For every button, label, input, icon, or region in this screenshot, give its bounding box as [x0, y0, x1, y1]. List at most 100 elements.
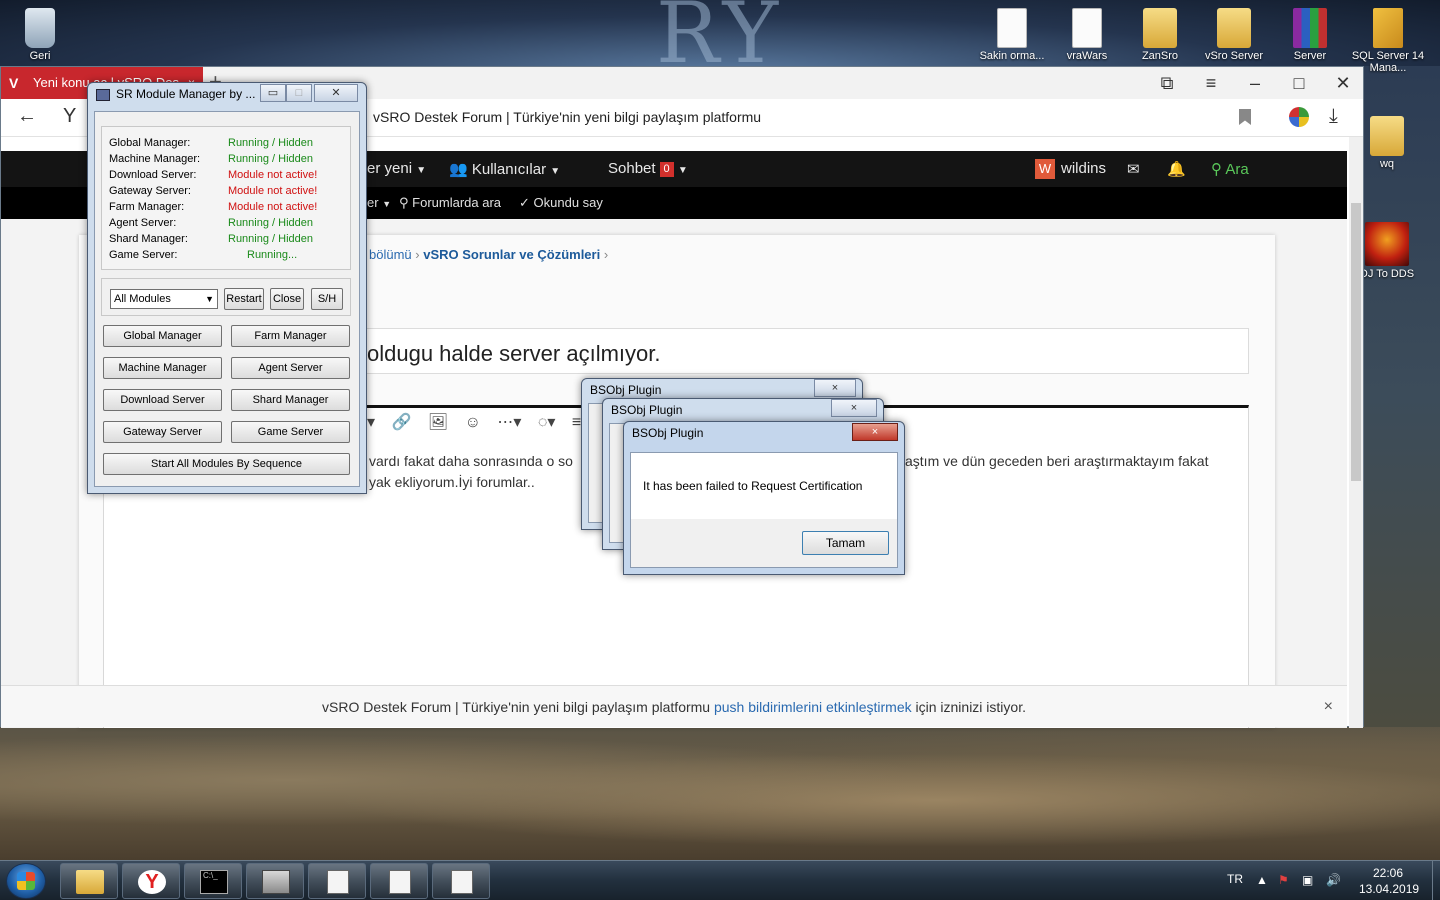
- more-icon[interactable]: ⋯▾: [497, 414, 521, 431]
- folder-icon: [1143, 8, 1177, 48]
- window-app-icon: [451, 870, 473, 894]
- download-arrow-icon[interactable]: ⤓: [1329, 105, 1338, 128]
- gateway-server-button[interactable]: Gateway Server: [103, 421, 222, 443]
- maximize-button[interactable]: □: [1287, 71, 1311, 95]
- farm-manager-button[interactable]: Farm Manager: [231, 325, 350, 347]
- push-notification-link[interactable]: push bildirimlerini etkinleştirmek: [714, 699, 912, 715]
- extension-icon[interactable]: [1289, 107, 1309, 127]
- taskbar-explorer[interactable]: [60, 863, 118, 899]
- status-label: Farm Manager:: [109, 201, 185, 213]
- module-select[interactable]: All Modules ▼: [110, 289, 218, 309]
- chevron-right-icon: ›: [603, 247, 609, 262]
- taskbar-command-prompt[interactable]: C:\_: [184, 863, 242, 899]
- desktop-icon-server-archive[interactable]: Server: [1270, 8, 1350, 62]
- envelope-icon[interactable]: ✉: [1127, 160, 1140, 178]
- minimize-button[interactable]: ▭: [260, 84, 286, 102]
- bookmark-icon[interactable]: [1239, 109, 1251, 125]
- subnav-mark-read[interactable]: ✓ Okundu say: [519, 195, 603, 211]
- dialog-message: It has been failed to Request Certificat…: [643, 479, 863, 493]
- image-icon[interactable]: 🖼: [428, 414, 448, 431]
- taskbar-app-2[interactable]: [370, 863, 428, 899]
- status-label: Agent Server:: [109, 217, 177, 229]
- minimize-button[interactable]: –: [1243, 71, 1267, 95]
- clock-date[interactable]: 13.04.2019: [1359, 882, 1419, 896]
- show-desktop-button[interactable]: [1432, 861, 1440, 900]
- subnav-partial[interactable]: er ▼: [367, 195, 391, 210]
- smiley-icon[interactable]: ☺: [465, 414, 481, 431]
- folder-icon: [76, 870, 104, 894]
- desktop-icon-recycle-bin[interactable]: Geri: [0, 8, 80, 62]
- editor-text-line-1: vardı fakat daha sonrasında o so: [369, 453, 573, 469]
- show-hide-button[interactable]: S/H: [311, 288, 343, 310]
- close-icon[interactable]: ×: [852, 423, 898, 441]
- notification-close-icon[interactable]: ×: [1324, 686, 1333, 728]
- close-button[interactable]: ✕: [314, 84, 358, 102]
- breadcrumb-forum[interactable]: vSRO Sorunlar ve Çözümleri: [423, 247, 600, 262]
- nav-chat[interactable]: Sohbet 0 ▼: [608, 160, 688, 177]
- tab-stack-icon[interactable]: ⧉: [1155, 71, 1179, 95]
- machine-manager-button[interactable]: Machine Manager: [103, 357, 222, 379]
- nav-whats-new[interactable]: er yeni ▼: [367, 160, 426, 177]
- editor-toolbar: ▾ 🔗 🖼 ☺ ⋯▾ ◌▾ ≡: [367, 412, 593, 432]
- nav-username[interactable]: wildins: [1061, 160, 1106, 177]
- language-indicator[interactable]: TR: [1227, 872, 1243, 886]
- desktop-icon-folder-vsro[interactable]: vSro Server: [1194, 8, 1274, 62]
- close-module-button[interactable]: Close: [270, 288, 304, 310]
- folder-icon: [1370, 116, 1404, 156]
- restart-button[interactable]: Restart: [224, 288, 264, 310]
- taskbar-app-3[interactable]: [432, 863, 490, 899]
- yandex-home-icon[interactable]: Y: [63, 105, 76, 128]
- menu-icon[interactable]: ≡: [1199, 71, 1223, 95]
- clock-time[interactable]: 22:06: [1373, 866, 1403, 880]
- recycle-bin-icon: [25, 8, 55, 48]
- taskbar-module-manager[interactable]: [246, 863, 304, 899]
- breadcrumb-section[interactable]: bölümü: [369, 247, 412, 262]
- status-label: Download Server:: [109, 169, 197, 181]
- taskbar: Y C:\_ TR ▲ ⚑ ▣ 🔊 22:06 13.04.2019: [0, 860, 1440, 900]
- align-icon[interactable]: ≡: [572, 414, 581, 431]
- status-label: Shard Manager:: [109, 233, 188, 245]
- page-scrollbar[interactable]: [1349, 137, 1363, 728]
- subnav-search-forums[interactable]: ⚲ Forumlarda ara: [399, 195, 501, 211]
- thread-title[interactable]: oldugu halde server açılmıyor.: [367, 341, 661, 367]
- avatar[interactable]: W: [1035, 159, 1055, 179]
- close-icon[interactable]: ×: [831, 399, 877, 417]
- taskbar-yandex-browser[interactable]: Y: [122, 863, 180, 899]
- desktop-icon-folder-zansro[interactable]: ZanSro: [1120, 8, 1200, 62]
- nav-members[interactable]: 👥 Kullanıcılar ▼: [449, 160, 560, 178]
- status-value: Module not active!: [228, 201, 318, 213]
- tray-expand-icon[interactable]: ▲: [1256, 873, 1268, 887]
- shard-manager-button[interactable]: Shard Manager: [231, 389, 350, 411]
- start-button[interactable]: [6, 863, 46, 899]
- link-icon[interactable]: 🔗: [391, 414, 411, 431]
- start-all-modules-button[interactable]: Start All Modules By Sequence: [103, 453, 350, 475]
- taskbar-app-1[interactable]: [308, 863, 366, 899]
- game-server-button[interactable]: Game Server: [231, 421, 350, 443]
- back-arrow-icon[interactable]: ←: [17, 105, 37, 128]
- scrollbar-thumb[interactable]: [1351, 203, 1361, 481]
- bell-icon[interactable]: 🔔: [1167, 160, 1186, 178]
- app-icon: [96, 89, 110, 101]
- desktop-icon-document-2[interactable]: vraWars: [1047, 8, 1127, 62]
- desktop-icon-sql-server[interactable]: SQL Server 14 Mana...: [1348, 8, 1428, 74]
- close-icon[interactable]: ×: [814, 379, 856, 397]
- desktop-icon-document-1[interactable]: Sakin orma...: [972, 8, 1052, 62]
- ok-button[interactable]: Tamam: [802, 531, 889, 555]
- address-bar-title[interactable]: vSRO Destek Forum | Türkiye'nin yeni bil…: [373, 109, 761, 125]
- global-manager-button[interactable]: Global Manager: [103, 325, 222, 347]
- windows-logo-icon: [17, 872, 35, 890]
- agent-server-button[interactable]: Agent Server: [231, 357, 350, 379]
- status-label: Gateway Server:: [109, 185, 191, 197]
- action-center-flag-icon[interactable]: ⚑: [1278, 873, 1289, 887]
- dialog-title: BSObj Plugin: [632, 426, 704, 440]
- nav-search[interactable]: ⚲ Ara: [1211, 160, 1249, 178]
- volume-icon[interactable]: 🔊: [1326, 873, 1341, 887]
- chevron-down-icon[interactable]: ▾: [367, 414, 375, 431]
- close-window-button[interactable]: ✕: [1331, 71, 1355, 95]
- hide-icon[interactable]: ◌▾: [538, 414, 556, 431]
- download-server-button[interactable]: Download Server: [103, 389, 222, 411]
- window-app-icon: [389, 870, 411, 894]
- status-value: Running...: [247, 249, 298, 261]
- network-icon[interactable]: ▣: [1302, 873, 1313, 887]
- chevron-down-icon: ▼: [382, 199, 392, 209]
